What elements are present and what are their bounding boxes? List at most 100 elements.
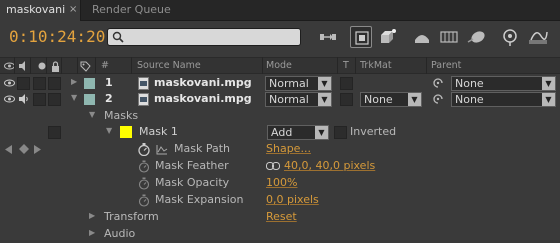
stopwatch-icon[interactable] — [138, 194, 150, 207]
transform-label: Transform — [104, 210, 159, 223]
lock-icon[interactable] — [51, 61, 60, 72]
layer-number-header: # — [101, 60, 109, 71]
prev-keyframe-icon[interactable] — [5, 145, 12, 154]
trkmat-dropdown[interactable]: None ▼ — [360, 92, 422, 107]
mask-row[interactable]: ▼ Mask 1 Add ▼ Inverted — [0, 124, 560, 141]
layer-name[interactable]: maskovani.mpg — [154, 92, 252, 105]
trkmat-header: TrkMat — [360, 60, 392, 71]
close-tab-icon[interactable]: × — [69, 0, 77, 20]
dropdown-arrow-icon: ▼ — [408, 93, 421, 106]
brainstorm-icon[interactable] — [499, 26, 521, 48]
preserve-transparency-toggle[interactable] — [340, 77, 353, 90]
solo-toggle[interactable] — [33, 93, 46, 106]
hide-shy-layers-icon[interactable] — [411, 26, 433, 48]
motion-blur-icon[interactable] — [466, 26, 488, 48]
live-update-icon[interactable] — [350, 26, 372, 48]
pick-whip-icon[interactable] — [432, 78, 444, 89]
dropdown-arrow-icon: ▼ — [318, 93, 331, 106]
keyframe-diamond-icon[interactable] — [19, 144, 29, 154]
collapse-triangle-icon[interactable]: ▼ — [71, 93, 77, 102]
search-icon — [112, 31, 124, 43]
pick-whip-icon[interactable] — [432, 94, 444, 105]
label-tag-icon[interactable] — [80, 61, 91, 72]
footage-file-icon — [138, 77, 149, 90]
mode-dropdown[interactable]: Normal ▼ — [265, 76, 332, 91]
parent-value: None — [455, 77, 484, 90]
search-input[interactable] — [107, 28, 301, 46]
layer-column-header: # Source Name Mode T TrkMat Parent — [0, 57, 560, 74]
expand-triangle-icon[interactable]: ▶ — [71, 77, 77, 86]
composition-mini-flowchart-icon[interactable] — [317, 26, 339, 48]
draft-3d-icon[interactable] — [377, 26, 399, 48]
mode-value: Normal — [269, 77, 309, 90]
solo-toggle[interactable] — [33, 77, 46, 90]
preserve-transparency-toggle[interactable] — [340, 93, 353, 106]
mask-property-row[interactable]: Mask Path Shape... — [0, 141, 560, 158]
lock-toggle[interactable] — [48, 77, 61, 90]
source-name-header[interactable]: Source Name — [137, 60, 201, 71]
mode-header: Mode — [266, 60, 292, 71]
mask-property-row[interactable]: Mask Opacity 100% — [0, 175, 560, 192]
mask-feather-label: Mask Feather — [155, 159, 229, 172]
audio-toggle[interactable] — [17, 77, 30, 90]
frame-blending-icon[interactable] — [438, 26, 460, 48]
footage-file-icon — [138, 93, 149, 106]
mask-name[interactable]: Mask 1 — [139, 125, 178, 138]
tab-render-queue[interactable]: Render Queue — [86, 0, 182, 21]
expand-triangle-icon[interactable]: ▶ — [89, 211, 95, 220]
audio-speaker-icon[interactable] — [18, 94, 29, 104]
inverted-label: Inverted — [350, 125, 397, 138]
mask-color-swatch[interactable] — [120, 126, 132, 138]
graph-editor-icon[interactable] — [527, 26, 549, 48]
video-eye-icon[interactable] — [4, 79, 15, 87]
collapse-triangle-icon[interactable]: ▼ — [106, 126, 112, 135]
lock-toggle[interactable] — [48, 126, 61, 139]
masks-group-label: Masks — [104, 109, 139, 122]
graph-toggle-icon[interactable] — [156, 144, 168, 155]
mask-mode-dropdown[interactable]: Add ▼ — [267, 125, 329, 140]
mask-expansion-label: Mask Expansion — [155, 193, 244, 206]
audio-group-row[interactable]: ▶ Audio — [0, 226, 560, 243]
layer-row[interactable]: ▶ 1 maskovani.mpg Normal ▼ None ▼ — [0, 75, 560, 92]
parent-value: None — [455, 93, 484, 106]
next-keyframe-icon[interactable] — [34, 145, 41, 154]
expand-triangle-icon[interactable]: ▶ — [89, 228, 95, 237]
current-time-display[interactable]: 0:10:24:20 — [9, 27, 105, 46]
mask-mode-value: Add — [271, 126, 293, 139]
tab-composition-label: maskovani — [6, 3, 66, 16]
audio-label: Audio — [104, 227, 136, 240]
mask-property-row[interactable]: Mask Expansion 0,0 pixels — [0, 192, 560, 209]
inverted-checkbox[interactable] — [334, 126, 347, 139]
stopwatch-icon[interactable] — [138, 160, 150, 173]
label-color-swatch[interactable] — [84, 78, 95, 89]
parent-header: Parent — [431, 60, 462, 71]
label-color-swatch[interactable] — [84, 94, 95, 105]
mask-path-value[interactable]: Shape... — [266, 142, 311, 155]
dropdown-arrow-icon: ▼ — [318, 77, 331, 90]
dropdown-arrow-icon: ▼ — [542, 77, 555, 90]
constrain-proportions-link-icon[interactable] — [266, 162, 280, 170]
mode-dropdown[interactable]: Normal ▼ — [265, 92, 332, 107]
stopwatch-icon[interactable] — [138, 177, 150, 190]
mask-expansion-value[interactable]: 0,0 pixels — [266, 193, 319, 206]
layer-name[interactable]: maskovani.mpg — [154, 76, 252, 89]
parent-dropdown[interactable]: None ▼ — [451, 92, 556, 107]
layer-row[interactable]: ▼ 2 maskovani.mpg Normal ▼ None ▼ None ▼ — [0, 91, 560, 108]
dropdown-arrow-icon: ▼ — [315, 126, 328, 139]
transform-group-row[interactable]: ▶ Transform Reset — [0, 209, 560, 226]
stopwatch-icon[interactable] — [138, 143, 150, 156]
video-eye-icon[interactable] — [4, 95, 15, 103]
mask-path-label: Mask Path — [174, 142, 230, 155]
mode-value: Normal — [269, 93, 309, 106]
mask-opacity-value[interactable]: 100% — [266, 176, 297, 189]
audio-speaker-icon[interactable] — [18, 61, 28, 71]
lock-toggle[interactable] — [48, 93, 61, 106]
collapse-triangle-icon[interactable]: ▼ — [89, 110, 95, 119]
parent-dropdown[interactable]: None ▼ — [451, 76, 556, 91]
mask-feather-value[interactable]: 40,0, 40,0 pixels — [284, 159, 375, 172]
masks-group-row[interactable]: ▼ Masks — [0, 108, 560, 125]
mask-property-row[interactable]: Mask Feather 40,0, 40,0 pixels — [0, 158, 560, 175]
layer-number: 2 — [105, 92, 113, 105]
transform-reset-link[interactable]: Reset — [266, 210, 297, 223]
mask-opacity-label: Mask Opacity — [155, 176, 230, 189]
